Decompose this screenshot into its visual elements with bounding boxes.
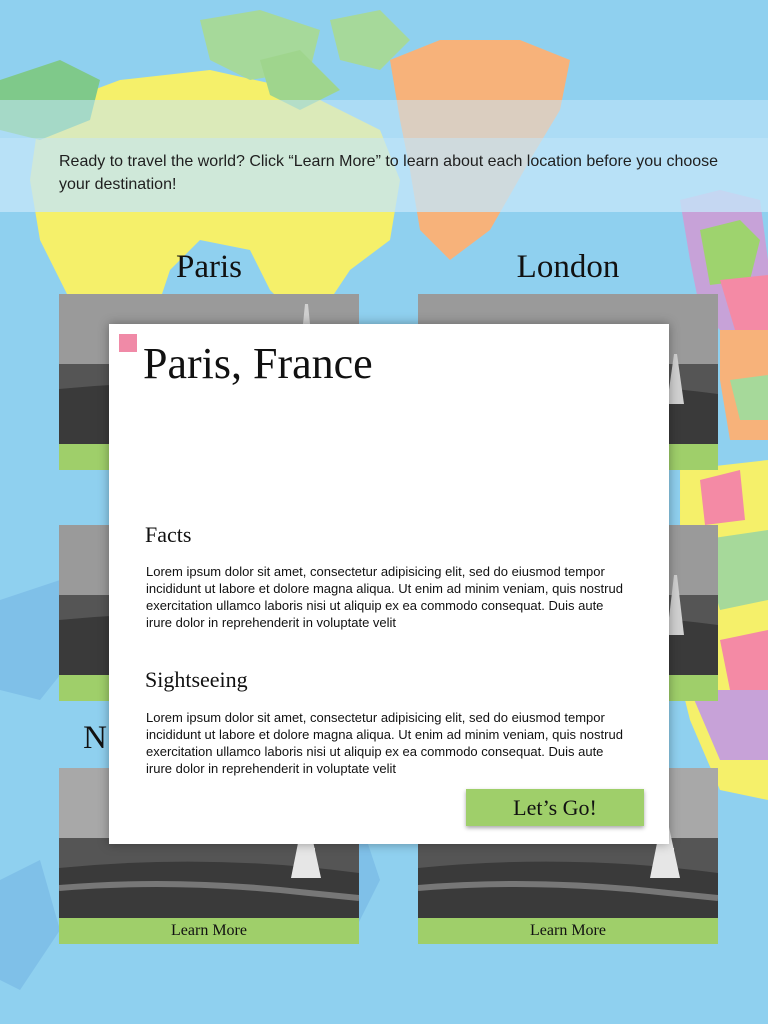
top-banner-stripe bbox=[0, 100, 768, 138]
destination-detail-modal: Paris, France Facts Lorem ipsum dolor si… bbox=[109, 324, 669, 844]
learn-more-button[interactable]: Learn More bbox=[59, 918, 359, 944]
modal-title: Paris, France bbox=[143, 339, 373, 388]
facts-body: Lorem ipsum dolor sit amet, consectetur … bbox=[146, 564, 623, 630]
close-icon[interactable] bbox=[119, 334, 137, 352]
destination-title-paris: Paris bbox=[176, 249, 242, 285]
intro-text: Ready to travel the world? Click “Learn … bbox=[59, 153, 719, 193]
sightseeing-body: Lorem ipsum dolor sit amet, consectetur … bbox=[146, 710, 623, 776]
facts-heading: Facts bbox=[145, 522, 192, 547]
lets-go-button[interactable]: Let’s Go! bbox=[466, 789, 644, 826]
intro-banner: Ready to travel the world? Click “Learn … bbox=[0, 138, 768, 212]
learn-more-button[interactable]: Learn More bbox=[418, 918, 718, 944]
destination-title-london: London bbox=[516, 249, 620, 285]
sightseeing-heading: Sightseeing bbox=[145, 667, 248, 692]
